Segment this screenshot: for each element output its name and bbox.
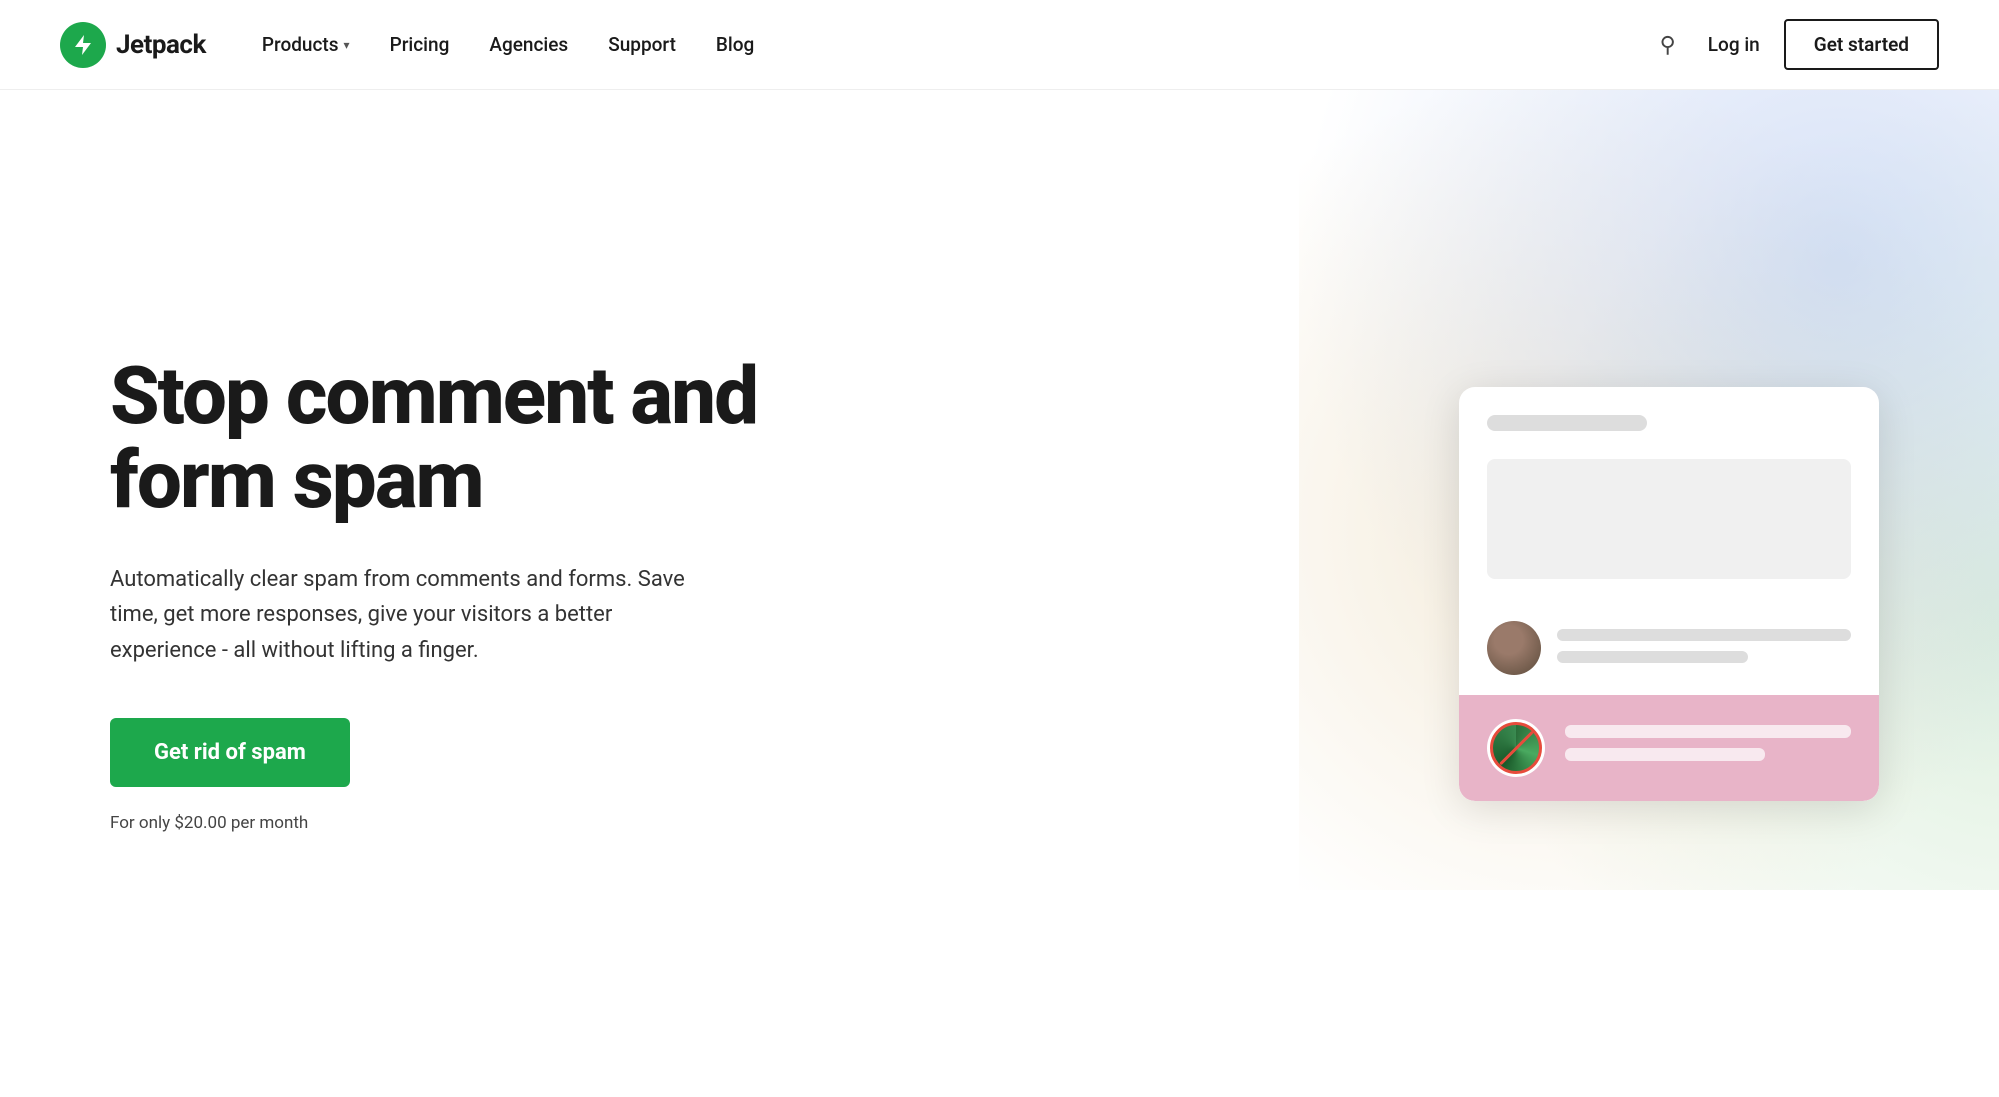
hero-title: Stop comment and form spam	[110, 354, 780, 522]
nav-blog[interactable]: Blog	[700, 25, 770, 64]
login-button[interactable]: Log in	[1708, 33, 1760, 56]
price-note: For only $20.00 per month	[110, 813, 780, 833]
mockup-spam-avatar	[1487, 719, 1545, 777]
hero-content: Stop comment and form spam Automatically…	[0, 354, 780, 833]
nav-products[interactable]: Products ▾	[246, 25, 366, 64]
cta-button[interactable]: Get rid of spam	[110, 718, 350, 787]
mockup-spam-line-2	[1565, 748, 1765, 761]
header-left: Jetpack Products ▾ Pricing Agencies Supp…	[60, 22, 770, 68]
mockup-top-bar	[1487, 415, 1647, 431]
get-started-button[interactable]: Get started	[1784, 19, 1939, 70]
mockup-line-1	[1557, 629, 1851, 641]
site-header: Jetpack Products ▾ Pricing Agencies Supp…	[0, 0, 1999, 90]
mockup-avatar	[1487, 621, 1541, 675]
jetpack-bolt-icon	[71, 33, 95, 57]
mockup-avatar-image	[1487, 621, 1541, 675]
mockup-spam-lines	[1565, 725, 1851, 771]
spam-ban-icon	[1490, 722, 1542, 774]
nav-support[interactable]: Support	[592, 25, 692, 64]
search-button[interactable]: ⚲	[1652, 28, 1684, 62]
mockup-comment-lines	[1557, 621, 1851, 673]
hero-section: Stop comment and form spam Automatically…	[0, 90, 1999, 1097]
header-right: ⚲ Log in Get started	[1652, 19, 1939, 70]
logo-text: Jetpack	[116, 30, 206, 60]
logo-link[interactable]: Jetpack	[60, 22, 206, 68]
search-icon: ⚲	[1660, 32, 1676, 57]
hero-description: Automatically clear spam from comments a…	[110, 562, 710, 668]
mockup-comment-row	[1487, 609, 1851, 695]
nav-pricing[interactable]: Pricing	[374, 25, 466, 64]
logo-icon	[60, 22, 106, 68]
mockup-card	[1459, 387, 1879, 801]
main-nav: Products ▾ Pricing Agencies Support Blog	[246, 25, 770, 64]
mockup-spam-row	[1459, 695, 1879, 801]
products-chevron-icon: ▾	[344, 38, 350, 52]
mockup-spam-line-1	[1565, 725, 1851, 738]
mockup-image-placeholder	[1487, 459, 1851, 579]
hero-illustration	[1459, 387, 1879, 801]
nav-agencies[interactable]: Agencies	[473, 25, 584, 64]
mockup-line-2	[1557, 651, 1748, 663]
